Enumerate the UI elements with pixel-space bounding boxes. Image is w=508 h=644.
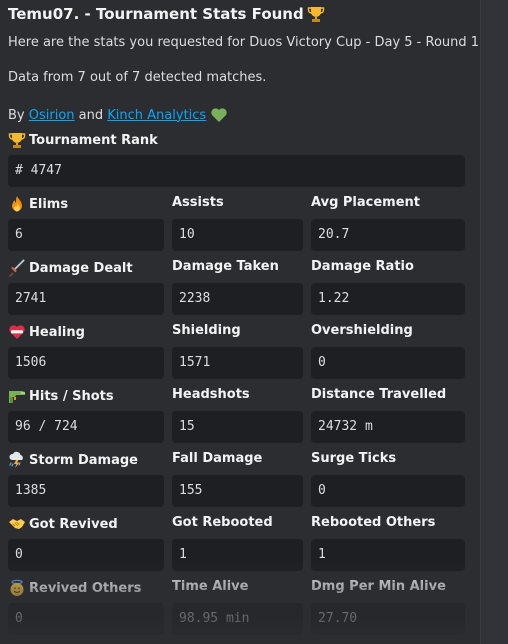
field-value: 1 — [311, 539, 465, 571]
embed-title-text: Temu07. - Tournament Stats Found — [8, 5, 304, 23]
field-label: Damage Taken — [172, 259, 279, 274]
intro-text: Here are the stats you requested for Duo… — [8, 35, 480, 50]
water-pistol-icon — [9, 391, 25, 403]
trophy-icon — [8, 133, 26, 148]
field-value: 0 — [311, 347, 465, 379]
field-label: Got Revived — [8, 515, 118, 533]
trophy-icon — [307, 7, 324, 22]
field-label: Avg Placement — [311, 195, 420, 210]
field-value: 155 — [172, 475, 303, 507]
field-label-text: Avg Placement — [311, 195, 421, 210]
credits-line: By Osirion and Kinch Analytics — [8, 106, 231, 124]
field-label: Damage Ratio — [311, 259, 414, 274]
field-label: Rebooted Others — [311, 515, 435, 530]
osirion-link[interactable]: Osirion — [29, 108, 75, 123]
field-value: 24732 m — [311, 411, 465, 443]
field-value: 0 — [8, 539, 164, 571]
field-label: Damage Dealt — [8, 259, 133, 277]
field-label-text: Got Revived — [29, 516, 118, 532]
field-value: 1.22 — [311, 283, 465, 315]
field-label-text: Hits / Shots — [29, 388, 114, 404]
field-label-text: Time Alive — [172, 579, 249, 594]
tournament-rank-value: # 4747 — [8, 155, 465, 187]
field-label-text: Rebooted Others — [311, 515, 436, 530]
kinch-analytics-link[interactable]: Kinch Analytics — [107, 108, 206, 123]
field-label: Overshielding — [311, 323, 413, 338]
field-value: 15 — [172, 411, 303, 443]
field-value: 1 — [172, 539, 303, 571]
field-label-text: Fall Damage — [172, 451, 263, 466]
field-value: 98.95 min — [172, 603, 303, 635]
storm-cloud-icon — [9, 451, 23, 468]
field-label: Got Rebooted — [172, 515, 273, 530]
dagger-icon — [9, 259, 25, 277]
field-label-text: Surge Ticks — [311, 451, 397, 466]
field-value: 2238 — [172, 283, 303, 315]
field-label-text: Storm Damage — [29, 452, 138, 468]
field-label-text: Distance Travelled — [311, 387, 447, 402]
field-value: 96 / 724 — [8, 411, 164, 443]
field-label-text: Dmg Per Min Alive — [311, 579, 446, 594]
field-label: Healing — [8, 323, 85, 341]
field-label-text: Elims — [29, 196, 69, 212]
field-label: Storm Damage — [8, 451, 138, 469]
matches-text: Data from 7 out of 7 detected matches. — [8, 70, 267, 85]
side-panel-edge — [480, 0, 508, 644]
field-value: 1506 — [8, 347, 164, 379]
field-label-text: Headshots — [172, 387, 250, 402]
field-label-text: Healing — [29, 324, 85, 340]
halo-smiley-icon — [10, 579, 24, 596]
field-label-text: Assists — [172, 195, 224, 210]
field-label: Dmg Per Min Alive — [311, 579, 446, 594]
handshake-icon — [9, 519, 25, 529]
field-label: Elims — [8, 195, 68, 213]
credits-and: and — [74, 107, 108, 123]
field-label-text: Damage Ratio — [311, 259, 414, 274]
field-label-text: Damage Dealt — [29, 260, 133, 276]
field-value: 10 — [172, 219, 303, 251]
field-label: Hits / Shots — [8, 387, 114, 405]
stats-embed: Temu07. - Tournament Stats Found Here ar… — [0, 0, 480, 644]
field-label-text: Overshielding — [311, 323, 413, 338]
mending-heart-icon — [9, 325, 25, 339]
green-heart-icon — [211, 108, 227, 122]
fire-icon — [12, 196, 22, 212]
embed-title: Temu07. - Tournament Stats Found — [8, 5, 325, 23]
field-label: Surge Ticks — [311, 451, 396, 466]
field-label: Revived Others — [8, 579, 141, 597]
field-value: 1571 — [172, 347, 303, 379]
field-label: Headshots — [172, 387, 250, 402]
field-label-text: Revived Others — [29, 580, 142, 596]
field-label: Assists — [172, 195, 224, 210]
field-value: 0 — [8, 603, 164, 635]
field-label-tournament-rank: Tournament Rank — [8, 131, 158, 149]
credits-prefix: By — [8, 107, 29, 123]
field-value: 27.70 — [311, 603, 465, 635]
field-value: 1385 — [8, 475, 164, 507]
field-value: 20.7 — [311, 219, 465, 251]
field-label: Distance Travelled — [311, 387, 446, 402]
field-label-text: Damage Taken — [172, 259, 279, 274]
field-label-text: Shielding — [172, 323, 241, 338]
field-value: 2741 — [8, 283, 164, 315]
field-label: Fall Damage — [172, 451, 262, 466]
field-label-text: Tournament Rank — [29, 132, 158, 148]
field-label: Shielding — [172, 323, 241, 338]
field-value: 0 — [311, 475, 465, 507]
field-label-text: Got Rebooted — [172, 515, 273, 530]
field-value: 6 — [8, 219, 164, 251]
field-label: Time Alive — [172, 579, 248, 594]
